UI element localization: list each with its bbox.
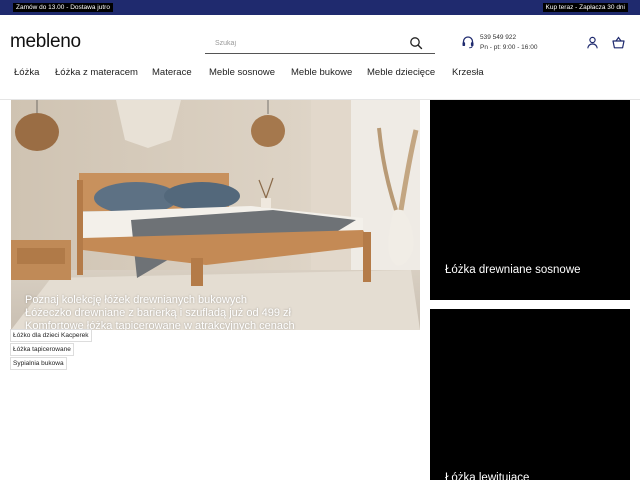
nav-item-materace[interactable]: Materace <box>152 67 192 78</box>
nav-item-meble-bukowe[interactable]: Meble bukowe <box>291 67 352 78</box>
tile-lozka-sosnowe[interactable]: Łóżka drewniane sosnowe <box>430 100 630 300</box>
support-hours: Pn - pt: 9:00 - 16:00 <box>480 44 538 51</box>
hero-caption: Poznaj kolekcję łóżek drewnianych bukowy… <box>25 294 295 330</box>
nav-item-lozka[interactable]: Łóżka <box>14 67 39 78</box>
delivery-notice[interactable]: Zamów do 13.00 - Dostawa jutro <box>13 3 113 12</box>
nav-item-meble-dzieciece[interactable]: Meble dziecięce <box>367 67 435 78</box>
hero-line-2: Łóżeczko drewniane z barierką i szufladą… <box>25 307 291 319</box>
search-input[interactable] <box>205 35 400 51</box>
hero-banner[interactable]: Poznaj kolekcję łóżek drewnianych bukowy… <box>11 100 420 330</box>
nav-item-meble-sosnowe[interactable]: Meble sosnowe <box>209 67 275 78</box>
support-phone[interactable]: 539 549 922 <box>480 34 516 41</box>
payment-notice[interactable]: Kup teraz - Zapłacza 30 dni <box>542 3 628 12</box>
tag-sypialnia-bukowa[interactable]: Sypialnia bukowa <box>10 357 67 370</box>
search-bar <box>205 32 435 54</box>
main-navigation: Łóżka Łóżka z materacem Materace Meble s… <box>0 65 640 83</box>
search-icon[interactable] <box>409 36 423 50</box>
tile-lozka-lewitujace[interactable]: Łóżka lewitujące <box>430 309 630 480</box>
hero-line-1: Poznaj kolekcję łóżek drewnianych bukowy… <box>25 294 247 306</box>
user-account-icon[interactable] <box>586 36 599 49</box>
tile-label: Łóżka drewniane sosnowe <box>445 264 581 276</box>
headset-icon <box>462 36 474 49</box>
logo[interactable]: mebleno <box>10 31 81 53</box>
tile-label: Łóżka lewitujące <box>445 472 530 480</box>
announcement-bar: Zamów do 13.00 - Dostawa jutro Kup teraz… <box>0 0 640 15</box>
nav-item-lozka-z-materacem[interactable]: Łóżka z materacem <box>55 67 138 78</box>
site-header: mebleno 539 549 922 Pn - pt: 9:00 - 16:0… <box>0 15 640 100</box>
nav-item-krzesla[interactable]: Krzesła <box>452 67 484 78</box>
cart-icon[interactable] <box>612 36 625 49</box>
tag-kacperek[interactable]: Łóżko dla dzieci Kacperek <box>10 329 92 342</box>
tag-lozka-tapicerowane[interactable]: Łóżka tapicerowane <box>10 343 74 356</box>
